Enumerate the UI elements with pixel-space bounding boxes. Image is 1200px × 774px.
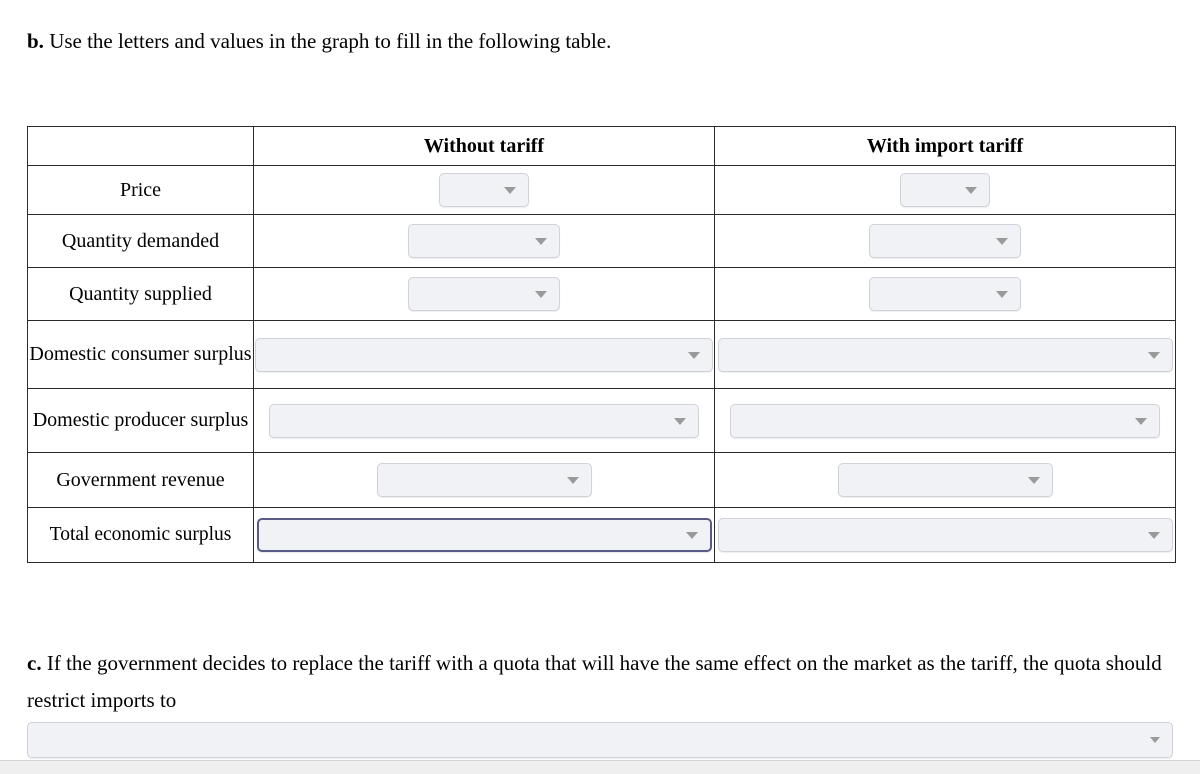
chevron-down-icon [566,477,579,484]
cell-domestic-consumer-surplus-with-import-tariff [714,320,1176,389]
row-label-quantity-demanded: Quantity demanded [27,214,254,268]
row-label-domestic-producer-surplus: Domestic producer surplus [27,388,254,453]
dropdown-quota-import-limit[interactable] [27,722,1173,758]
table-row-domestic-consumer-surplus: Domestic consumer surplus [27,320,1176,389]
table-row-domestic-producer-surplus: Domestic producer surplus [27,388,1176,453]
dropdown-domestic-consumer-surplus-with-import-tariff[interactable] [717,337,1173,372]
dropdown-quantity-supplied-with-import-tariff[interactable] [869,277,1021,311]
chevron-down-icon [1150,737,1160,743]
row-label-price: Price [27,165,254,215]
chevron-down-icon [535,238,547,245]
chevron-down-icon [1147,532,1160,539]
dropdown-domestic-producer-surplus-with-import-tariff[interactable] [730,403,1160,438]
part-c-prompt: c. If the government decides to replace … [27,645,1167,719]
row-label-domestic-consumer-surplus: Domestic consumer surplus [27,320,254,389]
quota-answer-container [27,722,1173,758]
chevron-down-icon [1135,417,1147,425]
dropdown-quantity-supplied-without-tariff[interactable] [408,277,560,311]
chevron-down-icon [535,291,547,298]
cell-quantity-supplied-without-tariff [253,267,715,321]
table-corner-header [27,126,254,166]
chevron-down-icon [1147,351,1160,359]
cell-government-revenue-without-tariff [253,452,715,508]
cell-price-with-import-tariff [714,165,1176,215]
column-header-with-import-tariff: With import tariff [714,126,1176,166]
cell-price-without-tariff [253,165,715,215]
part-c-text: If the government decides to replace the… [27,651,1162,712]
bottom-bar [0,760,1200,774]
cell-total-economic-surplus-with-import-tariff [714,507,1176,563]
table-row-quantity-supplied: Quantity supplied [27,267,1176,321]
table-row-price: Price [27,165,1176,215]
table-row-government-revenue: Government revenue [27,452,1176,508]
part-b-label: b. [27,29,44,53]
table-header-row: Without tariff With import tariff [27,126,1176,166]
dropdown-government-revenue-with-import-tariff[interactable] [837,463,1053,497]
chevron-down-icon [685,532,698,539]
cell-domestic-producer-surplus-without-tariff [253,388,715,453]
dropdown-quantity-demanded-without-tariff[interactable] [408,224,560,258]
dropdown-government-revenue-without-tariff[interactable] [376,463,592,497]
table-row-quantity-demanded: Quantity demanded [27,214,1176,268]
part-c-label: c. [27,651,42,675]
table-row-total-economic-surplus: Total economic surplus [27,507,1176,563]
dropdown-price-with-import-tariff[interactable] [900,173,990,207]
cell-total-economic-surplus-without-tariff [253,507,715,563]
cell-domestic-producer-surplus-with-import-tariff [714,388,1176,453]
tariff-surplus-table: Without tariff With import tariff Price [27,126,1176,563]
row-label-government-revenue: Government revenue [27,452,254,508]
dropdown-total-economic-surplus-with-import-tariff[interactable] [717,518,1173,552]
chevron-down-icon [996,291,1008,298]
part-b-prompt: b. Use the letters and values in the gra… [27,28,611,55]
chevron-down-icon [504,187,516,194]
cell-government-revenue-with-import-tariff [714,452,1176,508]
dropdown-domestic-producer-surplus-without-tariff[interactable] [269,403,699,438]
part-b-text: Use the letters and values in the graph … [49,29,612,53]
cell-quantity-demanded-with-import-tariff [714,214,1176,268]
cell-domestic-consumer-surplus-without-tariff [253,320,715,389]
cell-quantity-demanded-without-tariff [253,214,715,268]
dropdown-total-economic-surplus-without-tariff[interactable] [256,518,712,552]
dropdown-quantity-demanded-with-import-tariff[interactable] [869,224,1021,258]
cell-quantity-supplied-with-import-tariff [714,267,1176,321]
chevron-down-icon [688,351,700,359]
dropdown-price-without-tariff[interactable] [439,173,529,207]
chevron-down-icon [1027,477,1040,484]
row-label-total-economic-surplus: Total economic surplus [27,507,254,563]
chevron-down-icon [674,417,686,425]
chevron-down-icon [996,238,1008,245]
dropdown-domestic-consumer-surplus-without-tariff[interactable] [255,337,713,372]
chevron-down-icon [965,187,977,194]
column-header-without-tariff: Without tariff [253,126,715,166]
row-label-quantity-supplied: Quantity supplied [27,267,254,321]
